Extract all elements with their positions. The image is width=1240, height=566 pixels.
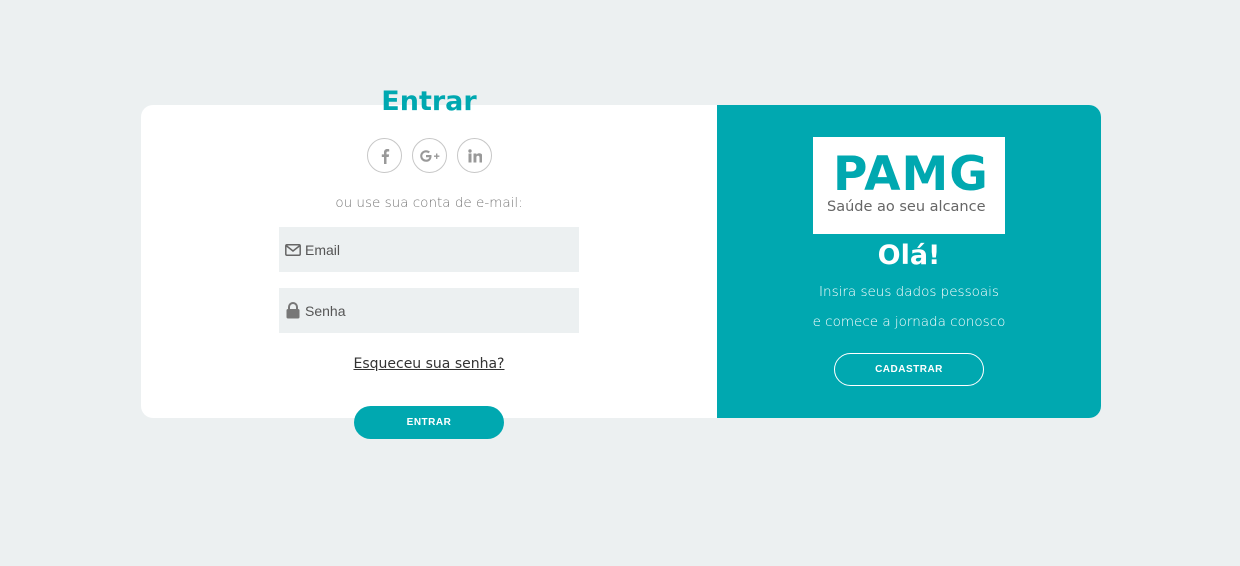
password-input[interactable] <box>305 288 565 333</box>
signup-button[interactable]: CADASTRAR <box>834 353 984 386</box>
password-field <box>279 288 579 333</box>
email-input[interactable] <box>305 227 565 272</box>
forgot-password-link[interactable]: Esqueceu sua senha? <box>279 356 579 372</box>
email-field <box>279 227 579 272</box>
pamg-logo: PAMG Saúde ao seu alcance <box>813 137 1005 234</box>
linkedin-button[interactable] <box>457 138 492 173</box>
signup-message-line2: e comece a jornada conosco <box>812 314 1006 330</box>
login-title: Entrar <box>381 86 477 117</box>
facebook-button[interactable] <box>367 138 402 173</box>
envelope-icon <box>284 241 302 259</box>
google-plus-icon <box>419 149 441 163</box>
logo-brand: PAMG <box>833 147 989 202</box>
greeting-heading: Olá! <box>877 240 941 271</box>
lock-icon <box>284 302 302 320</box>
google-plus-button[interactable] <box>412 138 447 173</box>
alt-login-text: ou use sua conta de e-mail: <box>335 195 523 211</box>
facebook-icon <box>380 148 390 164</box>
social-login-group <box>367 138 492 173</box>
signup-message-line1: Insira seus dados pessoais <box>819 284 999 300</box>
enter-button[interactable]: ENTRAR <box>354 406 504 439</box>
linkedin-icon <box>467 148 482 163</box>
logo-tagline: Saúde ao seu alcance <box>827 199 986 215</box>
